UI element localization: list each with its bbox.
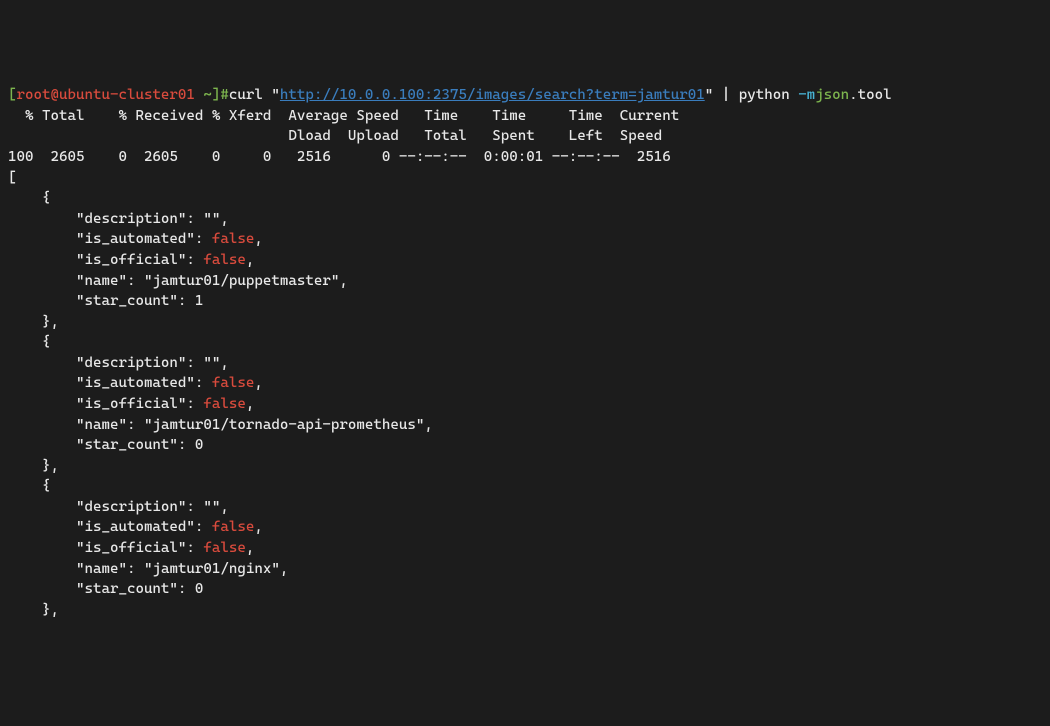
curl-header-1: % Total % Received % Xferd Average Speed… (8, 108, 679, 124)
json-line: "is_official": false, (8, 396, 254, 412)
json-line: "star_count": 0 (8, 581, 203, 597)
json-line: "name": "jamtur01/nginx", (8, 561, 288, 577)
cmd-module: json (815, 87, 849, 103)
json-obj-open: { (8, 190, 50, 206)
json-line: "star_count": 0 (8, 437, 203, 453)
json-line: "description": "", (8, 211, 229, 227)
json-line: "name": "jamtur01/puppetmaster", (8, 273, 348, 289)
cmd-flag: -m (798, 87, 815, 103)
json-line: "description": "", (8, 355, 229, 371)
json-line: "is_official": false, (8, 540, 254, 556)
json-line: "star_count": 1 (8, 293, 203, 309)
json-obj-close: }, (8, 314, 59, 330)
curl-progress: 100 2605 0 2605 0 0 2516 0 --:--:-- 0:00… (8, 149, 671, 165)
json-line: "is_official": false, (8, 252, 254, 268)
json-obj-close: }, (8, 458, 59, 474)
cmd-tool: .tool (849, 87, 891, 103)
json-open: [ (8, 170, 17, 186)
terminal-output: [root@ubuntu-cluster01 ~]#curl "http://1… (8, 85, 1042, 620)
json-obj-open: { (8, 334, 50, 350)
prompt-path: ~ (195, 87, 212, 103)
json-line: "is_automated": false, (8, 231, 263, 247)
json-obj-open: { (8, 478, 50, 494)
curl-header-2: Dload Upload Total Spent Left Speed (8, 128, 662, 144)
prompt-bracket-close: ]# (212, 87, 229, 103)
cmd-pipe: | python (713, 87, 798, 103)
cmd-quote-close: " (705, 87, 714, 103)
cmd-curl: curl (229, 87, 271, 103)
json-line: "is_automated": false, (8, 519, 263, 535)
cmd-quote-open: " (271, 87, 280, 103)
prompt-bracket-open: [ (8, 87, 17, 103)
json-line: "is_automated": false, (8, 375, 263, 391)
json-line: "description": "", (8, 499, 229, 515)
json-line: "name": "jamtur01/tornado-api-prometheus… (8, 417, 433, 433)
prompt-user-host: root@ubuntu-cluster01 (17, 87, 195, 103)
cmd-url: http://10.0.0.100:2375/images/search?ter… (280, 87, 705, 103)
json-obj-close: }, (8, 602, 59, 618)
